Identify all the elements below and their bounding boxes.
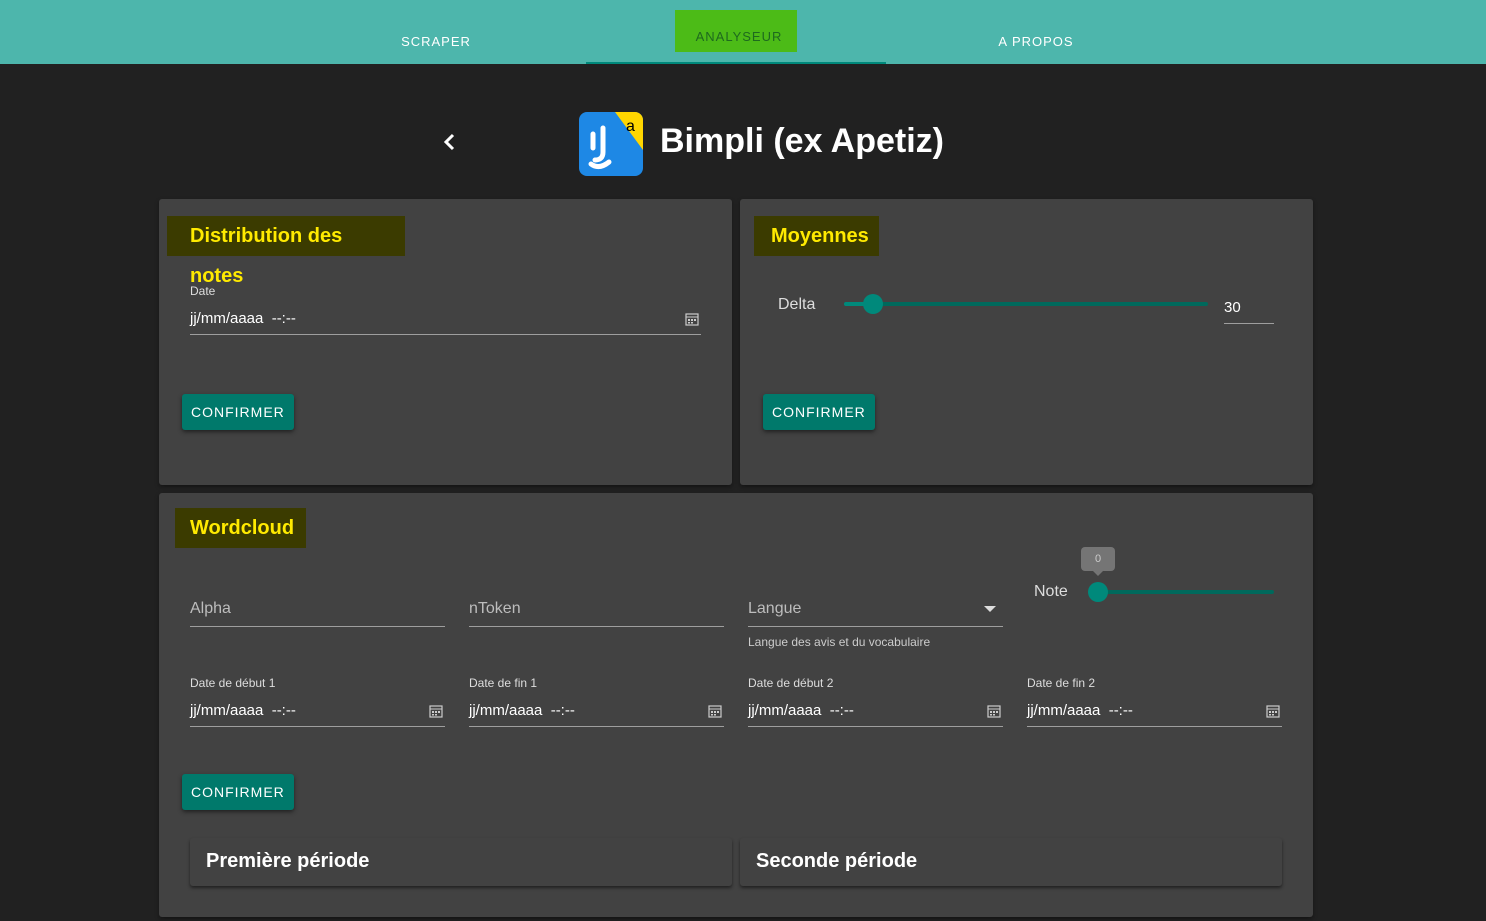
date-value: jj/mm/aaaa --:-- <box>1027 702 1133 719</box>
start-date-1-field[interactable]: jj/mm/aaaa --:-- <box>190 697 445 727</box>
note-tooltip: 0 <box>1081 547 1115 571</box>
confirm-button[interactable]: CONFIRMER <box>182 394 294 430</box>
calendar-icon[interactable] <box>685 312 699 326</box>
date-value: jj/mm/aaaa --:-- <box>748 702 854 719</box>
langue-hint: Langue des avis et du vocabulaire <box>748 635 931 649</box>
calendar-icon[interactable] <box>987 704 1001 718</box>
date-label: Date de fin 2 <box>1027 676 1096 690</box>
delta-label: Delta <box>778 296 816 313</box>
back-button[interactable] <box>432 124 468 160</box>
end-date-2-field[interactable]: jj/mm/aaaa --:-- <box>1027 697 1282 727</box>
delta-slider-track[interactable] <box>844 302 1208 306</box>
date-label: Date de début 1 <box>190 676 276 690</box>
ntoken-field[interactable] <box>469 593 724 627</box>
date-value: jj/mm/aaaa --:-- <box>190 310 296 327</box>
moyennes-card: Moyennes Delta 30 CONFIRMER <box>740 199 1313 485</box>
date-label: Date <box>190 284 216 298</box>
alpha-field[interactable] <box>190 593 445 627</box>
date-field[interactable]: jj/mm/aaaa --:-- <box>190 305 701 335</box>
date-label: Date de fin 1 <box>469 676 538 690</box>
top-nav-bar: SCRAPER ANALYSEUR A PROPOS <box>0 0 1486 64</box>
end-date-1-field[interactable]: jj/mm/aaaa --:-- <box>469 697 724 727</box>
delta-slider-thumb[interactable] <box>863 294 883 314</box>
app-logo: a <box>579 112 643 176</box>
card-title: Distribution des notes <box>167 216 405 287</box>
note-label: Note <box>1034 583 1068 600</box>
note-tooltip-arrow <box>1092 570 1104 576</box>
panel-title: Seconde période <box>756 850 918 872</box>
calendar-icon[interactable] <box>708 704 722 718</box>
wordcloud-card: Wordcloud Alpha nToken Langue Langue des… <box>159 493 1313 917</box>
svg-text:a: a <box>626 118 635 135</box>
date-value: jj/mm/aaaa --:-- <box>190 702 296 719</box>
period-2-panel[interactable]: Seconde période <box>740 838 1282 886</box>
calendar-icon[interactable] <box>1266 704 1280 718</box>
confirm-button[interactable]: CONFIRMER <box>763 394 875 430</box>
chevron-left-icon <box>443 133 455 151</box>
tab-label: A PROPOS <box>998 33 1074 49</box>
panel-title: Première période <box>206 850 370 872</box>
note-slider-thumb[interactable] <box>1088 582 1108 602</box>
note-slider-track[interactable] <box>1099 590 1274 594</box>
tab-label: ANALYSEUR <box>674 10 798 52</box>
card-title: Wordcloud <box>175 508 306 548</box>
distribution-card: Distribution des notes Date jj/mm/aaaa -… <box>159 199 732 485</box>
date-label: Date de début 2 <box>748 676 834 690</box>
delta-input[interactable]: 30 <box>1224 294 1274 324</box>
note-tooltip-value: 0 <box>1094 553 1102 565</box>
calendar-icon[interactable] <box>429 704 443 718</box>
delta-value: 30 <box>1224 299 1241 316</box>
period-1-panel[interactable]: Première période <box>190 838 732 886</box>
tab-a-propos[interactable]: A PROPOS <box>886 0 1186 64</box>
start-date-2-field[interactable]: jj/mm/aaaa --:-- <box>748 697 1003 727</box>
confirm-button[interactable]: CONFIRMER <box>182 774 294 810</box>
page-title: Bimpli (ex Apetiz) <box>660 122 944 160</box>
dropdown-arrow-icon[interactable] <box>984 606 996 612</box>
date-value: jj/mm/aaaa --:-- <box>469 702 575 719</box>
tab-label: SCRAPER <box>401 33 471 49</box>
tab-scraper[interactable]: SCRAPER <box>286 0 586 64</box>
card-title: Moyennes <box>754 216 879 256</box>
langue-select[interactable] <box>748 593 1003 627</box>
tab-analyseur[interactable]: ANALYSEUR <box>586 0 886 64</box>
